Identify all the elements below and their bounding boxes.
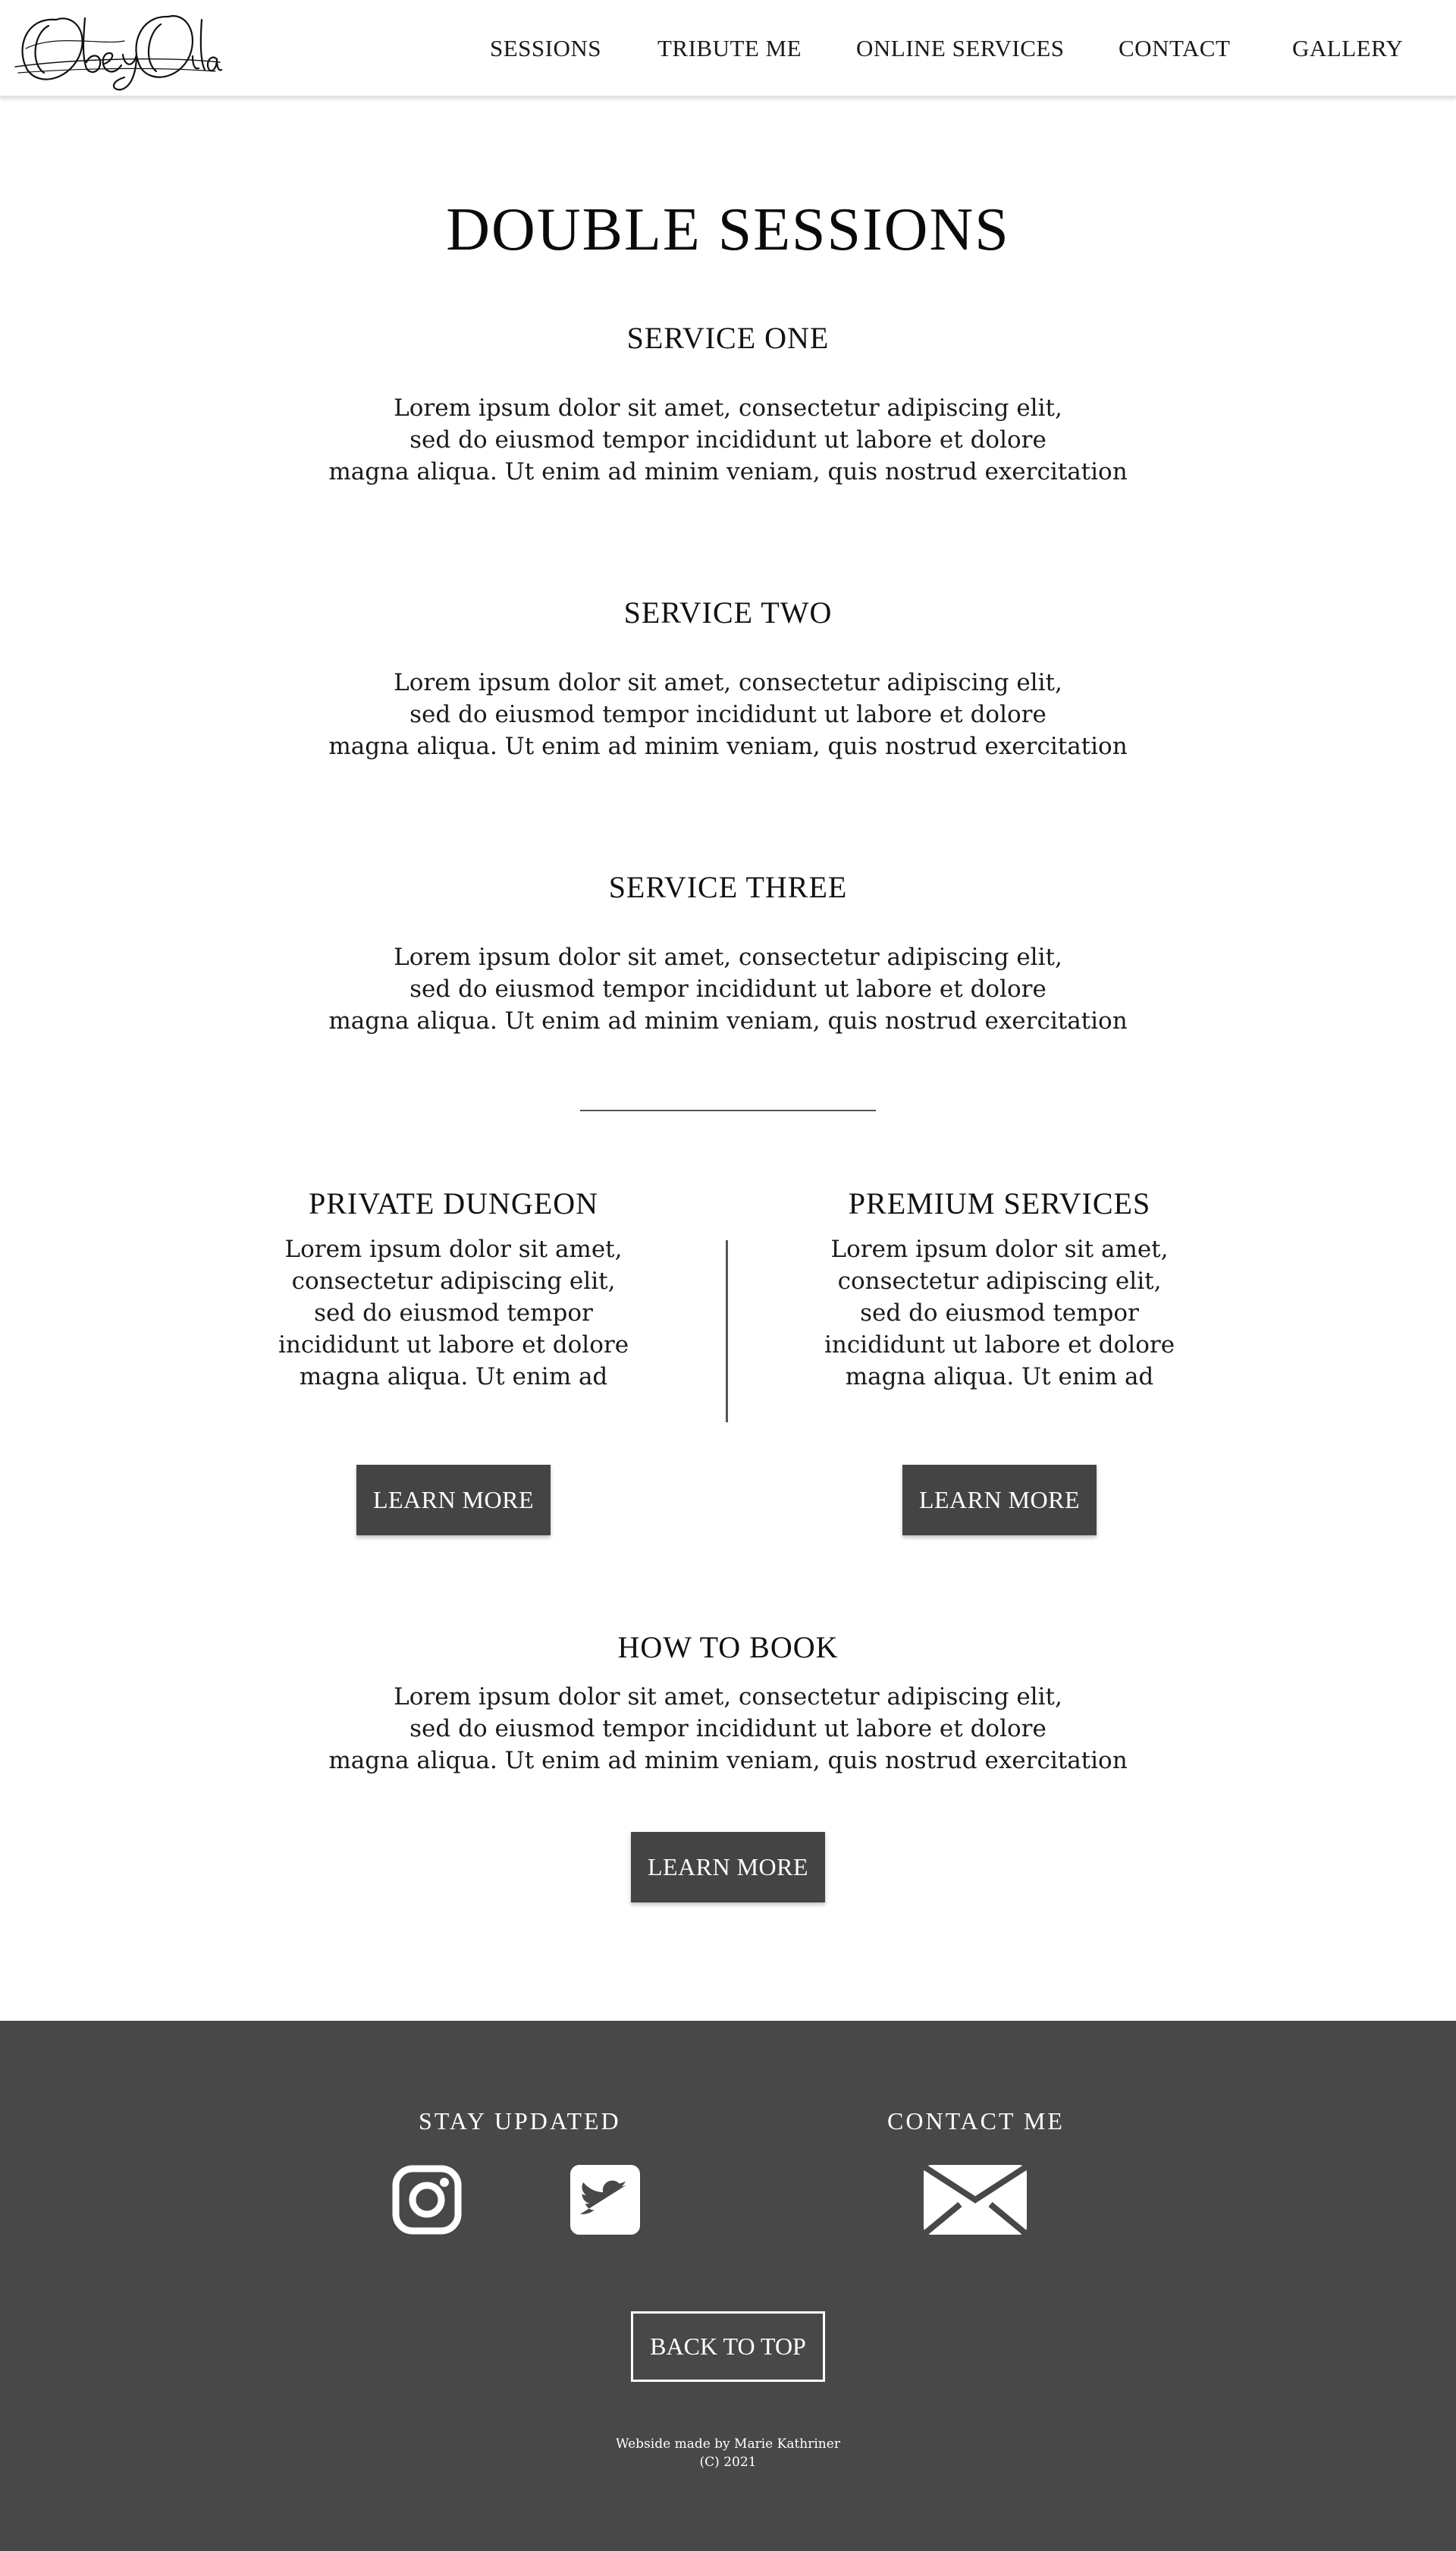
text-line: Lorem ipsum dolor sit amet, — [830, 1236, 1169, 1263]
service-one-text: Lorem ipsum dolor sit amet, consectetur … — [0, 392, 1456, 488]
site-footer: STAY UPDATED CONTACT ME BACK TO TOP Webs… — [0, 2021, 1456, 2551]
page-title-wrap: DOUBLE SESSIONS — [0, 196, 1456, 265]
text-line: sed do eiusmod tempor incididunt ut labo… — [410, 1715, 1046, 1742]
service-two-text: Lorem ipsum dolor sit amet, consectetur … — [0, 667, 1456, 762]
learn-more-premium-services-button[interactable]: LEARN MORE — [902, 1465, 1097, 1535]
twitter-icon[interactable] — [570, 2165, 640, 2235]
text-line: incididunt ut labore et dolore — [278, 1331, 629, 1359]
text-line: Lorem ipsum dolor sit amet, consectetur … — [394, 944, 1062, 971]
text-line: Lorem ipsum dolor sit amet, consectetur … — [394, 1683, 1062, 1711]
premium-services-heading: PREMIUM SERVICES — [848, 1186, 1151, 1221]
how-to-book-heading: HOW TO BOOK — [617, 1630, 839, 1664]
premium-services-column: PREMIUM SERVICES Lorem ipsum dolor sit a… — [787, 1186, 1212, 1393]
text-line: Lorem ipsum dolor sit amet, consectetur … — [394, 394, 1062, 422]
service-two-heading-wrap: SERVICE TWO — [0, 595, 1456, 630]
private-dungeon-heading: PRIVATE DUNGEON — [308, 1186, 599, 1221]
nav-gallery[interactable]: GALLERY — [1292, 35, 1403, 62]
service-two-heading: SERVICE TWO — [623, 595, 833, 630]
mail-icon[interactable] — [921, 2163, 1029, 2236]
service-three-text: Lorem ipsum dolor sit amet, consectetur … — [0, 941, 1456, 1037]
text-line: magna aliqua. Ut enim ad — [845, 1363, 1154, 1390]
premium-services-text: Lorem ipsum dolor sit amet, consectetur … — [787, 1233, 1212, 1393]
stay-updated-heading: STAY UPDATED — [419, 2107, 621, 2135]
copyright-line: (C) 2021 — [699, 2455, 757, 2470]
text-line: Lorem ipsum dolor sit amet, consectetur … — [394, 669, 1062, 696]
learn-more-how-to-book-button[interactable]: LEARN MORE — [631, 1832, 825, 1902]
text-line: incididunt ut labore et dolore — [824, 1331, 1175, 1359]
service-three-heading: SERVICE THREE — [608, 870, 848, 904]
learn-more-private-dungeon-button[interactable]: LEARN MORE — [356, 1465, 551, 1535]
nav-online-services[interactable]: ONLINE SERVICES — [856, 35, 1065, 62]
service-three-heading-wrap: SERVICE THREE — [0, 869, 1456, 905]
nav-sessions[interactable]: SESSIONS — [490, 35, 601, 62]
text-line: sed do eiusmod tempor incididunt ut labo… — [410, 975, 1046, 1003]
private-dungeon-column: PRIVATE DUNGEON Lorem ipsum dolor sit am… — [241, 1186, 666, 1393]
back-to-top-button[interactable]: BACK TO TOP — [631, 2311, 825, 2382]
text-line: sed do eiusmod tempor incididunt ut labo… — [410, 426, 1046, 454]
text-line: consectetur adipiscing elit, — [291, 1268, 616, 1295]
text-line: magna aliqua. Ut enim ad minim veniam, q… — [328, 458, 1128, 485]
logo[interactable] — [11, 3, 223, 93]
text-line: magna aliqua. Ut enim ad minim veniam, q… — [328, 1007, 1128, 1035]
page-title: DOUBLE SESSIONS — [446, 196, 1010, 263]
text-line: Lorem ipsum dolor sit amet, — [284, 1236, 623, 1263]
text-line: sed do eiusmod tempor incididunt ut labo… — [410, 701, 1046, 728]
contact-me-heading: CONTACT ME — [887, 2107, 1065, 2135]
text-line: sed do eiusmod tempor — [860, 1299, 1139, 1327]
credit-line: Webside made by Marie Kathriner — [616, 2436, 840, 2452]
instagram-icon[interactable] — [392, 2165, 462, 2235]
private-dungeon-text: Lorem ipsum dolor sit amet, consectetur … — [241, 1233, 666, 1393]
nav-tribute-me[interactable]: TRIBUTE ME — [657, 35, 802, 62]
horizontal-divider — [580, 1110, 876, 1111]
text-line: consectetur adipiscing elit, — [837, 1268, 1162, 1295]
text-line: magna aliqua. Ut enim ad minim veniam, q… — [328, 733, 1128, 760]
logo-script-image — [14, 14, 223, 91]
text-line: sed do eiusmod tempor — [314, 1299, 593, 1327]
nav-contact[interactable]: CONTACT — [1119, 35, 1230, 62]
vertical-divider — [726, 1240, 728, 1422]
text-line: magna aliqua. Ut enim ad — [299, 1363, 608, 1390]
site-header: SESSIONS TRIBUTE ME ONLINE SERVICES CONT… — [0, 0, 1456, 97]
text-line: magna aliqua. Ut enim ad minim veniam, q… — [328, 1747, 1128, 1774]
service-one-heading-wrap: SERVICE ONE — [0, 320, 1456, 356]
how-to-book-heading-wrap: HOW TO BOOK — [0, 1629, 1456, 1665]
how-to-book-text: Lorem ipsum dolor sit amet, consectetur … — [0, 1681, 1456, 1777]
service-one-heading: SERVICE ONE — [626, 321, 830, 355]
